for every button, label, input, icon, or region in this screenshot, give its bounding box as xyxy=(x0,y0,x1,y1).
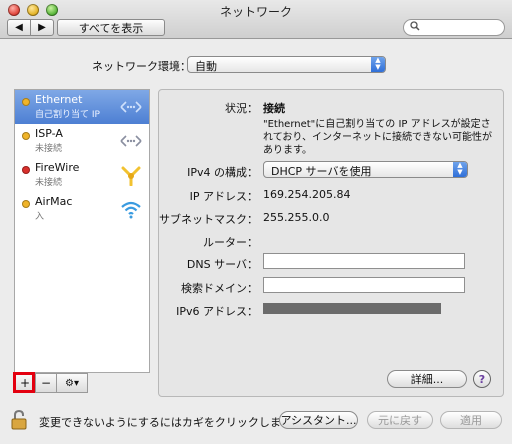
service-status: 入 xyxy=(35,212,45,222)
ipv6-label: IPv6 アドレス： xyxy=(176,305,258,318)
search-domain-field[interactable] xyxy=(263,277,465,293)
status-label: 状況： xyxy=(225,102,258,115)
window-title: ネットワーク xyxy=(219,5,292,19)
ppp-icon xyxy=(119,130,143,152)
service-name: Ethernet xyxy=(35,93,83,106)
lock-message: 変更できないようにするにはカギをクリックします。 xyxy=(39,416,302,429)
action-menu-button[interactable]: ⚙▾ xyxy=(56,373,88,393)
help-button[interactable]: ? xyxy=(473,370,491,388)
ip-address-value: 169.254.205.84 xyxy=(263,188,351,201)
ip-address-label: IP アドレス： xyxy=(189,190,258,203)
ipv4-config-value: DHCP サーバを使用 xyxy=(271,165,372,178)
location-value: 自動 xyxy=(195,60,217,73)
service-name: AirMac xyxy=(35,195,73,208)
ipv6-value-redacted xyxy=(263,303,441,314)
status-dot xyxy=(22,98,30,106)
subnet-label: サブネットマスク： xyxy=(159,213,258,226)
highlight-box xyxy=(13,372,35,393)
advanced-button[interactable]: 詳細... xyxy=(387,370,467,388)
firewire-icon xyxy=(119,164,143,187)
search-domain-label: 検索ドメイン： xyxy=(181,282,258,295)
service-item-airmac[interactable]: AirMac 入 xyxy=(15,192,149,226)
status-dot xyxy=(22,200,30,208)
gear-icon: ⚙▾ xyxy=(65,377,79,389)
window-titlebar: ネットワーク ◀ ▶ すべてを表示 xyxy=(0,0,512,39)
status-value: 接続 xyxy=(263,102,285,115)
status-dot xyxy=(22,166,30,174)
ipv4-config-popup[interactable]: DHCP サーバを使用 ▲ ▼ xyxy=(263,161,468,178)
popup-arrows-icon: ▲ ▼ xyxy=(371,57,385,72)
status-dot xyxy=(22,132,30,140)
back-arrow-icon: ◀ xyxy=(15,22,23,33)
service-status: 未接続 xyxy=(35,178,63,188)
location-label: ネットワーク環境： xyxy=(92,60,191,73)
search-icon xyxy=(410,21,420,34)
router-label: ルーター： xyxy=(203,236,258,249)
service-status: 自己割り当て IP xyxy=(35,110,100,120)
dns-field[interactable] xyxy=(263,253,465,269)
service-name: FireWire xyxy=(35,161,80,174)
ipv4-config-label: IPv4 の構成： xyxy=(187,166,258,179)
revert-button[interactable]: 元に戻す xyxy=(367,411,433,429)
lock-icon[interactable] xyxy=(11,409,27,430)
service-status: 未接続 xyxy=(35,144,63,154)
service-item-isp-a[interactable]: ISP-A 未接続 xyxy=(15,124,149,158)
search-field[interactable] xyxy=(403,19,505,36)
remove-service-button[interactable]: − xyxy=(35,373,57,393)
service-item-ethernet[interactable]: Ethernet 自己割り当て IP xyxy=(15,90,149,124)
subnet-value: 255.255.0.0 xyxy=(263,211,330,224)
service-list: Ethernet 自己割り当て IP ISP-A 未接続 FireWire 未接… xyxy=(14,89,150,373)
assistant-button[interactable]: アシスタント... xyxy=(279,411,358,429)
dns-label: DNS サーバ： xyxy=(186,258,258,271)
service-item-firewire[interactable]: FireWire 未接続 xyxy=(15,158,149,192)
status-message: "Ethernet"に自己割り当ての IP アドレスが設定されており、インターネ… xyxy=(263,119,492,156)
ethernet-icon xyxy=(119,96,143,118)
popup-arrows-icon: ▲ ▼ xyxy=(453,162,467,177)
back-button[interactable]: ◀ xyxy=(7,19,31,36)
wifi-icon xyxy=(119,198,143,220)
forward-button[interactable]: ▶ xyxy=(30,19,54,36)
location-popup[interactable]: 自動 ▲ ▼ xyxy=(187,56,386,73)
service-name: ISP-A xyxy=(35,127,63,140)
apply-button[interactable]: 適用 xyxy=(440,411,502,429)
show-all-button[interactable]: すべてを表示 xyxy=(57,19,165,36)
forward-arrow-icon: ▶ xyxy=(38,22,46,33)
